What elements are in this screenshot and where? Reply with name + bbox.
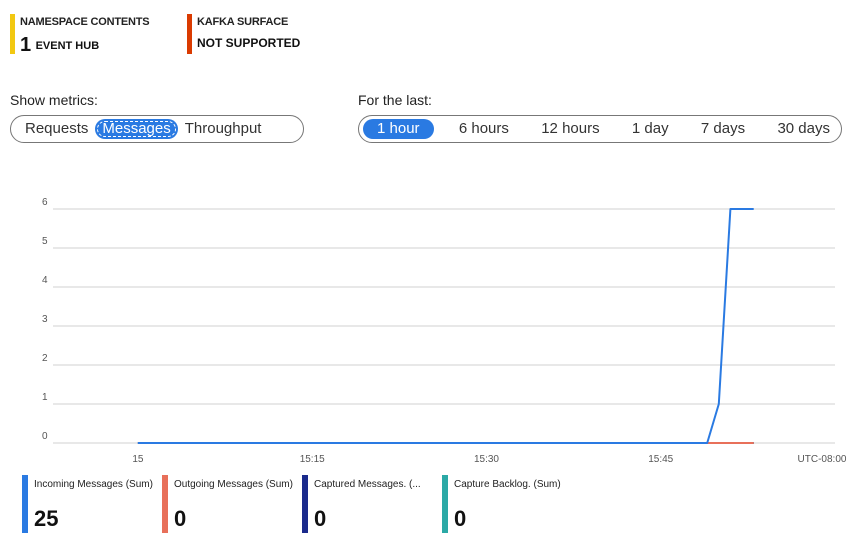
range-option-1-hour[interactable]: 1 hour xyxy=(363,119,434,139)
y-tick-label: 1 xyxy=(42,392,48,403)
y-tick-label: 6 xyxy=(42,197,48,208)
x-tick-label: 15 xyxy=(132,454,144,465)
metric-option-messages[interactable]: Messages xyxy=(95,119,178,139)
namespace-contents-tile: NAMESPACE CONTENTS 1 EVENT HUB xyxy=(10,14,150,57)
range-option-12-hours[interactable]: 12 hours xyxy=(534,119,606,139)
legend-value: 0 xyxy=(314,506,327,531)
y-tick-label: 2 xyxy=(42,353,48,364)
legend-color-bar xyxy=(302,475,308,533)
kafka-surface-tile: KAFKA SURFACE NOT SUPPORTED xyxy=(187,14,300,54)
y-tick-label: 0 xyxy=(42,431,48,442)
event-hub-count: 1 xyxy=(20,34,32,56)
tile-color-bar xyxy=(10,14,15,54)
range-option-6-hours[interactable]: 6 hours xyxy=(452,119,516,139)
legend-value: 0 xyxy=(454,506,467,531)
legend-value: 0 xyxy=(174,506,187,531)
metrics-toggle: Requests Messages Throughput xyxy=(10,115,304,143)
y-tick-label: 3 xyxy=(42,314,48,325)
legend-color-bar xyxy=(162,475,168,533)
metric-option-throughput[interactable]: Throughput xyxy=(178,119,269,139)
legend-color-bar xyxy=(22,475,28,533)
range-option-1-day[interactable]: 1 day xyxy=(625,119,676,139)
for-the-last-label: For the last: xyxy=(358,92,432,108)
kafka-status: NOT SUPPORTED xyxy=(197,36,301,50)
tile-value: 1 EVENT HUB xyxy=(20,34,149,57)
y-tick-label: 4 xyxy=(42,275,48,286)
range-option-30-days[interactable]: 30 days xyxy=(770,119,837,139)
legend-item-outgoing[interactable]: Outgoing Messages (Sum) 0 xyxy=(162,475,302,533)
event-hub-unit: EVENT HUB xyxy=(35,40,100,52)
legend-item-incoming[interactable]: Incoming Messages (Sum) 25 xyxy=(22,475,162,533)
tile-color-bar xyxy=(187,14,192,54)
metric-option-requests[interactable]: Requests xyxy=(18,119,95,139)
x-tick-label: UTC-08:00 xyxy=(798,454,847,465)
tile-value: NOT SUPPORTED xyxy=(197,34,300,52)
tile-label: NAMESPACE CONTENTS xyxy=(20,16,150,28)
time-range-toggle: 1 hour 6 hours 12 hours 1 day 7 days 30 … xyxy=(358,115,842,143)
legend-label: Captured Messages. (... xyxy=(314,479,421,490)
legend-color-bar xyxy=(442,475,448,533)
x-tick-label: 15:30 xyxy=(474,454,499,465)
show-metrics-label: Show metrics: xyxy=(10,92,98,108)
legend-value: 25 xyxy=(34,506,59,531)
messages-line-chart[interactable]: 0 1 2 3 4 5 6 15 15:15 15:30 15:45 UTC-08:00 xyxy=(0,185,852,475)
legend-label: Capture Backlog. (Sum) xyxy=(454,479,561,490)
legend-item-captured[interactable]: Captured Messages. (... 0 xyxy=(302,475,442,533)
legend-label: Incoming Messages (Sum) xyxy=(34,479,153,490)
legend-label: Outgoing Messages (Sum) xyxy=(174,479,293,490)
range-option-7-days[interactable]: 7 days xyxy=(694,119,752,139)
legend-item-capture-backlog[interactable]: Capture Backlog. (Sum) 0 xyxy=(442,475,592,533)
y-tick-label: 5 xyxy=(42,236,48,247)
tile-label: KAFKA SURFACE xyxy=(197,16,289,28)
x-tick-label: 15:45 xyxy=(648,454,673,465)
x-tick-label: 15:15 xyxy=(300,454,325,465)
